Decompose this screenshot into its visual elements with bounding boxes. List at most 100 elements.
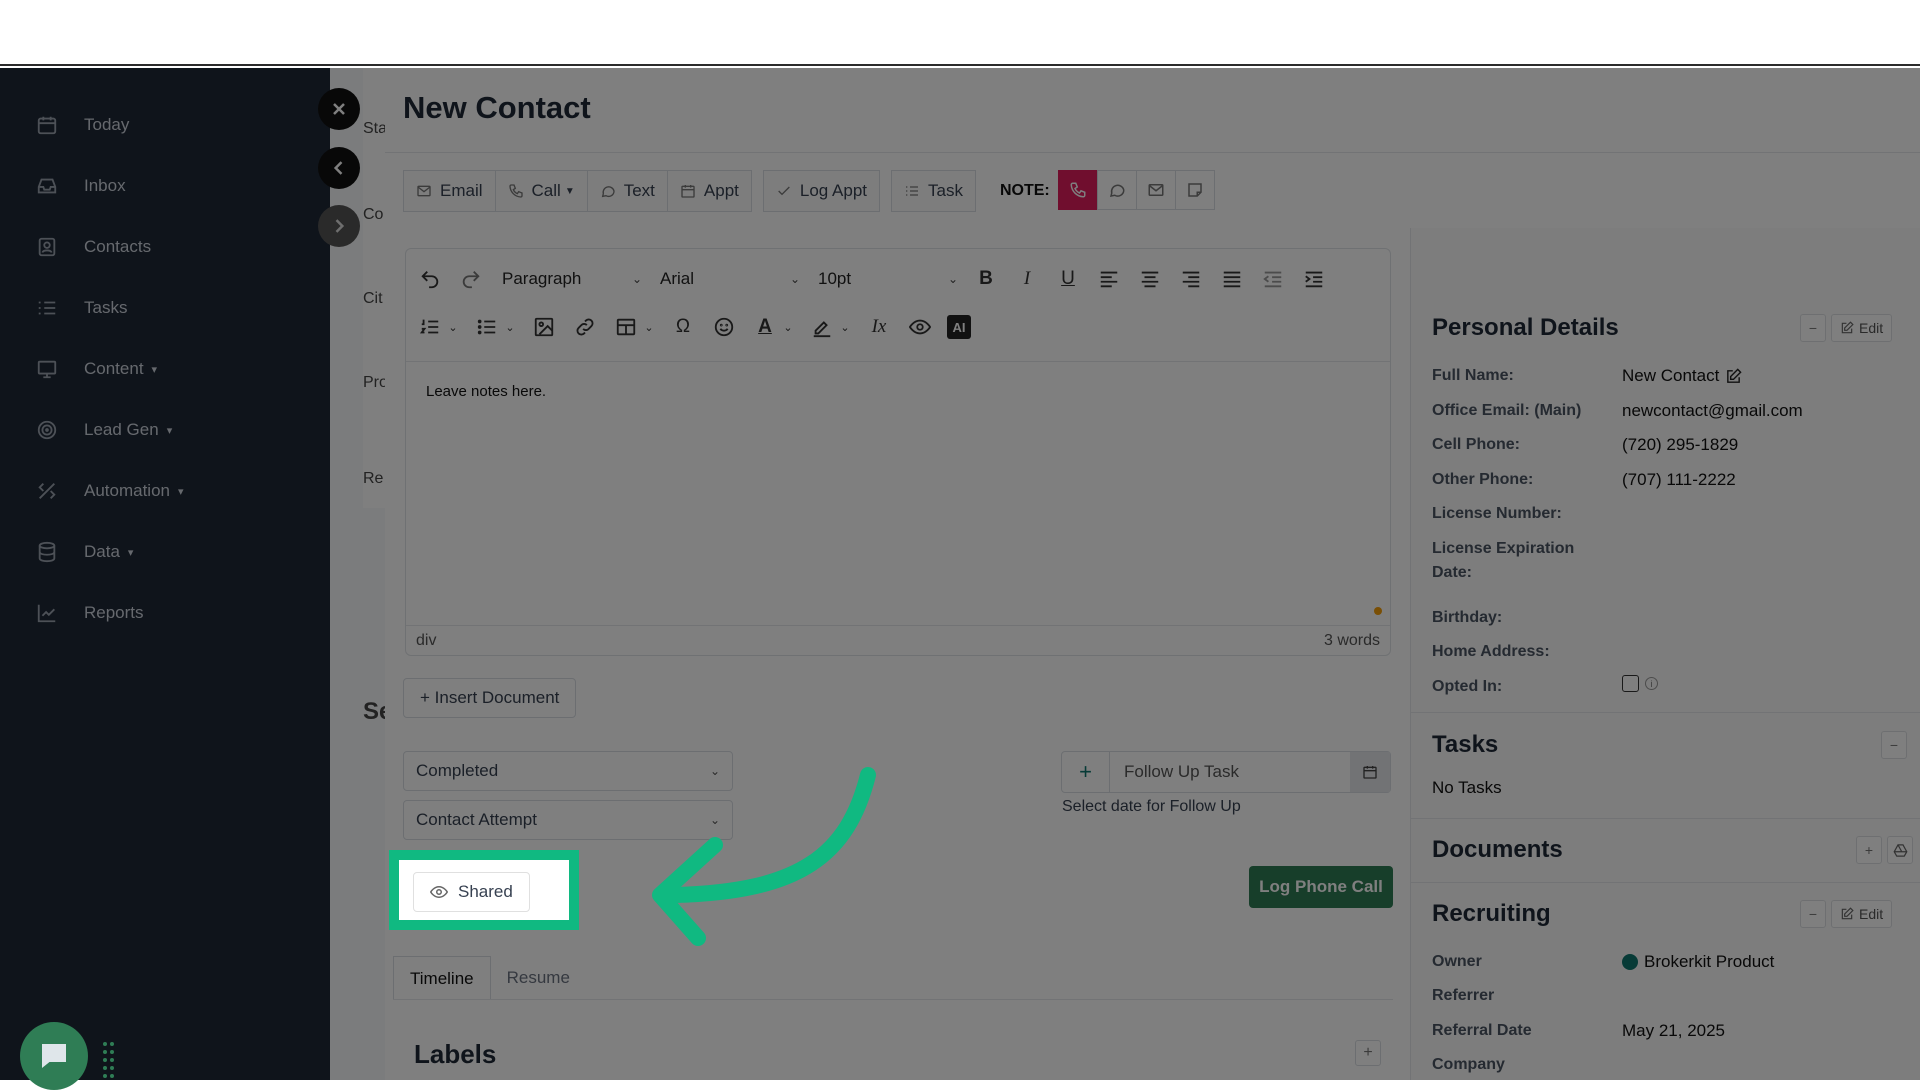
sidebar-item-label: Lead Gen [84, 420, 159, 439]
divider [1411, 818, 1920, 819]
drag-handle-icon[interactable] [102, 1040, 116, 1080]
font-size-select[interactable]: 10pt ⌄ [814, 263, 962, 295]
opted-in-checkbox[interactable] [1622, 675, 1639, 692]
owner-value[interactable]: Brokerkit Product [1622, 950, 1774, 974]
cell-phone-value[interactable]: (720) 295-1829 [1622, 433, 1738, 457]
sidebar-item-inbox[interactable]: Inbox [36, 171, 126, 201]
email-button[interactable]: Email [403, 170, 496, 212]
indent-icon[interactable] [1300, 265, 1328, 293]
add-follow-up-button[interactable]: + [1062, 752, 1110, 792]
info-icon[interactable]: i [1645, 677, 1658, 690]
referral-date-value[interactable]: May 21, 2025 [1622, 1019, 1725, 1043]
sidebar-item-lead-gen[interactable]: Lead Gen ▾ [36, 415, 172, 445]
clear-format-icon[interactable]: Ix [865, 313, 893, 341]
align-left-icon[interactable] [1095, 265, 1123, 293]
preview-eye-icon[interactable] [906, 313, 934, 341]
insert-document-button[interactable]: + Insert Document [403, 678, 577, 718]
field-label: License Number: [1432, 505, 1562, 522]
link-icon[interactable] [571, 313, 599, 341]
next-button[interactable] [318, 205, 360, 247]
ai-assist-icon[interactable]: AI [947, 315, 971, 339]
divider [393, 999, 1393, 1000]
note-type-call[interactable] [1057, 170, 1098, 210]
other-phone-value[interactable]: (707) 111-2222 [1622, 468, 1736, 492]
image-icon[interactable] [530, 313, 558, 341]
tab-resume[interactable]: Resume [491, 956, 586, 1000]
task-button[interactable]: Task [891, 170, 976, 212]
field-label: Owner [1432, 953, 1482, 970]
external-edit-icon[interactable] [1725, 367, 1742, 385]
italic-icon[interactable]: I [1013, 265, 1041, 293]
previous-button[interactable] [318, 147, 360, 189]
collapse-button[interactable]: − [1800, 900, 1826, 928]
call-button[interactable]: Call ▼ [494, 170, 588, 212]
bold-icon[interactable]: B [972, 265, 1000, 293]
close-button[interactable] [318, 88, 360, 130]
opted-in-field: i [1622, 675, 1658, 692]
align-right-icon[interactable] [1177, 265, 1205, 293]
underline-icon[interactable]: U [1054, 265, 1082, 293]
sidebar-item-label: Tasks [84, 298, 128, 317]
full-name-value[interactable]: New Contact [1622, 364, 1742, 388]
highlight-icon[interactable] [808, 313, 836, 341]
sidebar-item-content[interactable]: Content ▾ [36, 354, 157, 384]
collapse-button[interactable]: − [1881, 731, 1907, 759]
undo-icon[interactable] [416, 265, 444, 293]
sidebar-item-today[interactable]: Today [36, 110, 129, 140]
sidebar-item-tasks[interactable]: Tasks [36, 293, 127, 323]
log-phone-call-button[interactable]: Log Phone Call [1249, 866, 1393, 908]
shared-highlight-frame: Shared [389, 850, 579, 930]
log-appt-button[interactable]: Log Appt [762, 170, 881, 212]
align-center-icon[interactable] [1136, 265, 1164, 293]
chevron-down-icon[interactable]: ⌄ [446, 313, 460, 341]
collapse-button[interactable]: − [1800, 314, 1826, 342]
email-label: Email [440, 181, 483, 200]
chevron-down-icon: ⌄ [789, 272, 800, 286]
chevron-down-icon[interactable]: ⌄ [838, 313, 852, 341]
text-color-icon[interactable]: A [751, 313, 779, 341]
outdent-icon[interactable] [1259, 265, 1287, 293]
sidebar-item-data[interactable]: Data ▾ [36, 537, 133, 567]
email-value[interactable]: newcontact@gmail.com [1622, 399, 1803, 423]
bullet-list-icon[interactable] [473, 313, 501, 341]
shared-visibility-button[interactable]: Shared [413, 872, 530, 912]
chevron-down-icon[interactable]: ⌄ [642, 313, 656, 341]
chevron-down-icon[interactable]: ⌄ [781, 313, 795, 341]
tab-timeline[interactable]: Timeline [393, 956, 491, 1000]
editor-toolbar-row-2: ⌄ ⌄ ⌄ Ω A ⌄ ⌄ Ix AI [416, 311, 984, 343]
chevron-down-icon: ⌄ [947, 272, 958, 286]
task-label: Task [928, 181, 963, 200]
block-format-select[interactable]: Paragraph ⌄ [498, 263, 646, 295]
activity-toolbar: Email Call ▼ Text Appt Log Appt Task NOT… [403, 170, 1215, 212]
appt-button[interactable]: Appt [666, 170, 752, 212]
follow-up-input[interactable]: Follow Up Task [1110, 752, 1350, 792]
note-type-email[interactable] [1135, 170, 1176, 210]
chevron-down-icon[interactable]: ⌄ [503, 313, 517, 341]
font-family-value: Arial [660, 269, 695, 288]
align-justify-icon[interactable] [1218, 265, 1246, 293]
font-family-select[interactable]: Arial ⌄ [656, 263, 804, 295]
note-type-note[interactable] [1174, 170, 1215, 210]
follow-up-task-field: + Follow Up Task [1061, 751, 1391, 793]
edit-personal-button[interactable]: Edit [1831, 314, 1893, 342]
table-icon[interactable] [612, 313, 640, 341]
add-label-button[interactable]: + [1355, 1040, 1381, 1066]
edit-recruiting-button[interactable]: Edit [1831, 900, 1893, 928]
list-icon [906, 186, 919, 196]
text-button[interactable]: Text [586, 170, 668, 212]
sidebar-item-automation[interactable]: Automation ▾ [36, 476, 184, 506]
numbered-list-icon[interactable] [416, 313, 444, 341]
redo-icon[interactable] [457, 265, 485, 293]
app-window: Today Inbox Contacts Tasks Content ▾ Lea… [0, 68, 1920, 1080]
drive-icon[interactable] [1887, 836, 1913, 864]
add-document-button[interactable]: + [1856, 836, 1882, 864]
close-icon [333, 103, 345, 115]
emoji-icon[interactable] [710, 313, 738, 341]
note-type-text[interactable] [1096, 170, 1137, 210]
sidebar-item-contacts[interactable]: Contacts [36, 232, 151, 262]
special-character-icon[interactable]: Ω [669, 313, 697, 341]
sidebar-item-reports[interactable]: Reports [36, 598, 144, 628]
check-icon [778, 186, 790, 196]
calendar-icon[interactable] [1350, 752, 1390, 792]
editor-content[interactable]: Leave notes here. [426, 383, 546, 400]
